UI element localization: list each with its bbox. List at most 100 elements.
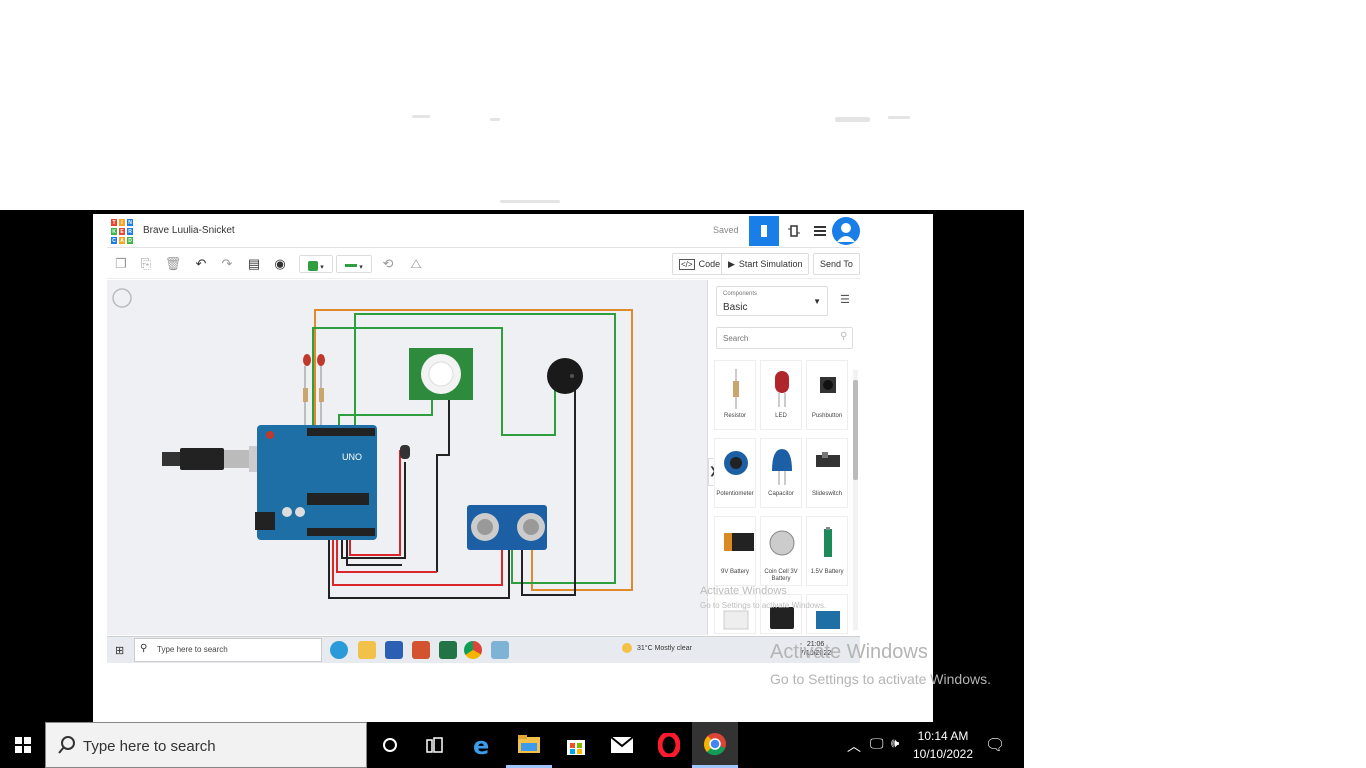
component-resistor[interactable]: Resistor: [714, 360, 756, 430]
color-picker[interactable]: ▾: [299, 255, 333, 273]
component-coin-cell-battery[interactable]: Coin Cell 3V Battery: [760, 516, 802, 586]
circuit-view-button[interactable]: [749, 216, 779, 246]
circuit-diagram: UNO: [112, 288, 633, 599]
components-dropdown[interactable]: Components Basic ▼: [716, 286, 828, 316]
app-icon[interactable]: [491, 641, 509, 659]
chrome-icon[interactable]: [464, 641, 482, 659]
component-label: Capacitor: [768, 491, 794, 497]
led-2: [317, 354, 325, 430]
start-simulation-button[interactable]: ▶ Start Simulation: [721, 253, 810, 275]
temperature-sensor: [400, 445, 410, 459]
component-9v-battery[interactable]: 9V Battery: [714, 516, 756, 586]
rotate-icon[interactable]: ⟲: [379, 255, 397, 273]
taskbar-edge[interactable]: e: [459, 722, 505, 768]
taskbar-store[interactable]: [553, 722, 599, 768]
cortana-button[interactable]: [367, 722, 413, 768]
taskbar-search-box[interactable]: Type here to search: [45, 722, 367, 768]
component-label: Slideswitch: [811, 491, 842, 497]
chrome-icon: [704, 732, 726, 755]
undo-icon[interactable]: ↶: [192, 255, 210, 273]
watermark-large-sub: Go to Settings to activate Windows.: [770, 671, 991, 687]
code-icon: </>: [679, 258, 695, 270]
user-icon: [837, 223, 855, 242]
home-view-icon: [112, 288, 132, 308]
windows-icon: [14, 737, 31, 753]
component-search-input[interactable]: [716, 327, 853, 349]
note-icon[interactable]: ▤: [245, 255, 263, 273]
captured-search-box[interactable]: Type here to search: [134, 638, 322, 662]
list-view-icon: [814, 226, 826, 236]
search-icon: [58, 736, 75, 754]
chevron-up-icon[interactable]: ︿: [847, 736, 861, 756]
edge-icon[interactable]: [330, 641, 348, 659]
user-avatar[interactable]: [832, 217, 860, 245]
component-led[interactable]: LED: [760, 360, 802, 430]
send-to-button[interactable]: Send To: [813, 253, 860, 275]
slideswitch-icon: [816, 452, 840, 467]
component-potentiometer[interactable]: Potentiometer: [714, 438, 756, 508]
wire-swatch: [345, 264, 358, 268]
taskbar-opera[interactable]: [646, 722, 692, 768]
paste-icon[interactable]: ⎘: [137, 255, 155, 273]
color-swatch: [308, 260, 319, 271]
ultrasonic-sensor: [467, 505, 547, 550]
smudge: [835, 117, 870, 122]
component-label: Resistor: [723, 413, 746, 419]
windows-start-icon[interactable]: ⊞: [115, 644, 124, 657]
component-list-button[interactable]: [805, 216, 835, 246]
dropdown-label: Components: [723, 291, 758, 297]
app-header: TIN KER CAD Brave Luulia-Snicket Saved: [107, 215, 860, 248]
battery-9v-icon: [724, 533, 754, 551]
led-icon: [775, 371, 789, 407]
delete-icon[interactable]: 🗑: [164, 255, 182, 273]
circuit-workplane[interactable]: UNO: [107, 280, 707, 635]
taskbar-file-explorer[interactable]: [506, 722, 552, 768]
volume-icon[interactable]: 🕪: [891, 735, 899, 751]
component-pushbutton[interactable]: Pushbutton: [806, 360, 848, 430]
tinkercad-logo[interactable]: TIN KER CAD: [110, 218, 134, 245]
component-breadboard[interactable]: [714, 594, 756, 634]
component-capacitor[interactable]: Capacitor: [760, 438, 802, 508]
file-explorer-icon[interactable]: [358, 641, 376, 659]
smudge: [490, 118, 500, 121]
component-1-5v-battery[interactable]: 1.5V Battery: [806, 516, 848, 586]
visibility-icon[interactable]: ◉: [271, 255, 289, 273]
search-icon: ⚲: [840, 331, 848, 342]
folder-icon: [518, 734, 540, 753]
wire-type-picker[interactable]: ▾: [336, 255, 372, 273]
svg-text:e: e: [473, 733, 489, 757]
component-microbit[interactable]: [760, 594, 802, 634]
search-icon: ⚲: [140, 643, 148, 654]
copy-icon[interactable]: ❐: [112, 255, 130, 273]
resistor-icon: [733, 369, 739, 409]
powerpoint-icon[interactable]: [412, 641, 430, 659]
taskbar-mail[interactable]: [599, 722, 645, 768]
word-icon[interactable]: [385, 641, 403, 659]
cortana-icon: [383, 738, 397, 752]
notification-icon[interactable]: 🗨: [985, 735, 1005, 755]
network-icon[interactable]: 🖵: [870, 735, 884, 752]
smudge: [888, 116, 910, 119]
battery-aa-icon: [824, 527, 832, 557]
design-title[interactable]: Brave Luulia-Snicket: [143, 225, 235, 236]
start-button[interactable]: [0, 722, 45, 768]
list-toggle-icon[interactable]: ☰: [840, 293, 850, 306]
weather-moon-icon: [622, 643, 632, 653]
redo-icon[interactable]: ↷: [218, 255, 236, 273]
flip-icon[interactable]: ⧍: [407, 255, 425, 273]
wire-black: [521, 380, 576, 596]
schematic-icon: [788, 225, 800, 237]
board-label: UNO: [342, 452, 362, 462]
taskbar-chrome[interactable]: [692, 722, 738, 768]
pushbutton-icon: [820, 377, 836, 393]
coin-cell-icon: [769, 530, 795, 556]
task-view-button[interactable]: [412, 722, 458, 768]
taskbar-clock[interactable]: 10:14 AM 10/10/2022: [912, 727, 974, 763]
excel-icon[interactable]: [439, 641, 457, 659]
wire-black: [436, 398, 450, 572]
panel-scroll-thumb[interactable]: [853, 380, 858, 480]
component-arduino[interactable]: [806, 594, 848, 634]
component-slideswitch[interactable]: Slideswitch: [806, 438, 848, 508]
piezo-buzzer: [547, 358, 583, 394]
code-button[interactable]: </> Code: [672, 253, 728, 275]
